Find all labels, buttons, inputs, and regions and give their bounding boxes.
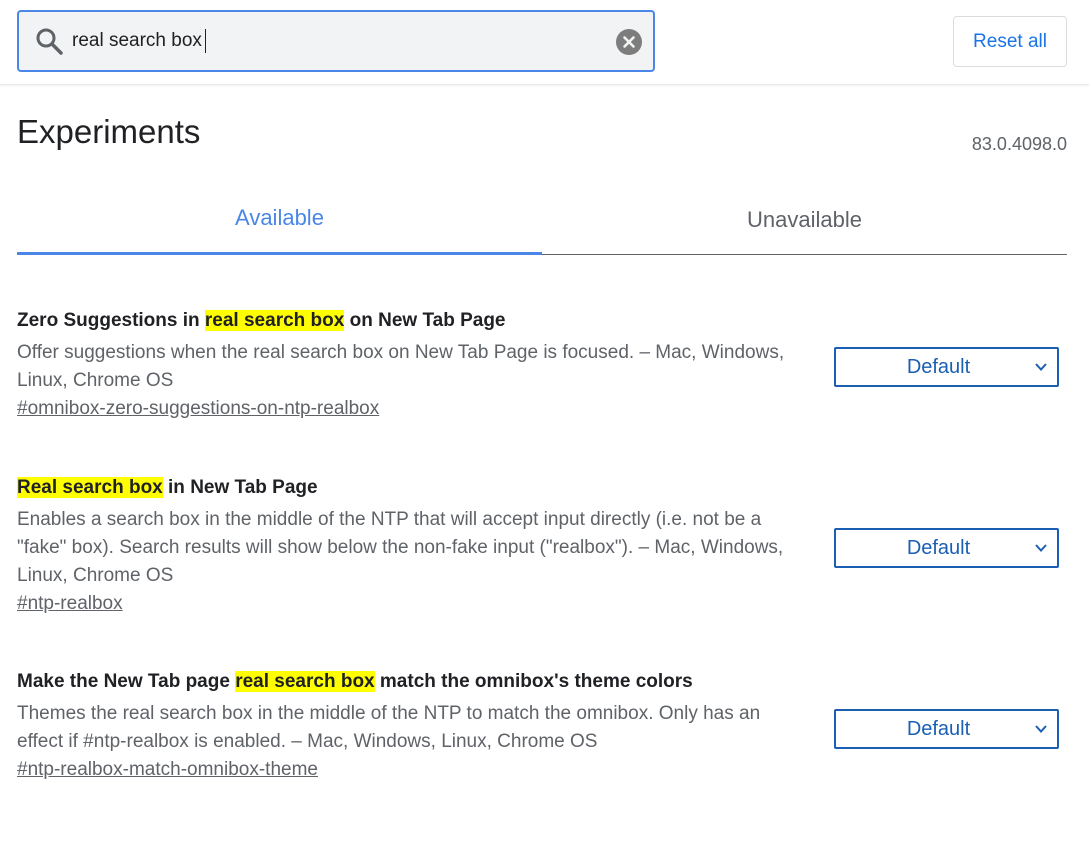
chevron-down-icon: [1035, 544, 1047, 552]
tab-available[interactable]: Available: [17, 185, 542, 255]
experiment-title: Make the New Tab page real search box ma…: [17, 669, 1067, 695]
title-text: in New Tab Page: [162, 477, 318, 498]
page-title: Experiments: [17, 113, 201, 150]
chevron-down-icon: [1035, 725, 1047, 733]
experiment-link[interactable]: #ntp-realbox: [17, 593, 123, 615]
experiment-description: Offer suggestions when the real search b…: [17, 342, 785, 391]
header-bar: Reset all: [0, 0, 1089, 85]
experiment-select[interactable]: Default: [834, 709, 1059, 749]
select-value: Default: [906, 356, 971, 378]
search-input[interactable]: [72, 26, 602, 56]
search-box[interactable]: [17, 10, 655, 72]
tab-divider: [542, 254, 1067, 255]
experiment-select[interactable]: Default: [834, 347, 1059, 387]
version-label: 83.0.4098.0: [971, 134, 1067, 154]
tab-active-indicator: [17, 252, 542, 255]
select-value: Default: [906, 718, 971, 740]
title-text: on New Tab Page: [344, 310, 506, 331]
chevron-down-icon: [1035, 363, 1047, 371]
search-highlight: real search box: [235, 671, 375, 692]
experiment-description: Enables a search box in the middle of th…: [17, 509, 784, 586]
search-highlight: real search box: [204, 310, 345, 331]
select-value: Default: [906, 537, 971, 559]
clear-search-button[interactable]: [616, 29, 642, 55]
tab-bar: Available Unavailable: [17, 185, 1067, 257]
experiment-select[interactable]: Default: [834, 528, 1059, 568]
experiment-link[interactable]: #ntp-realbox-match-omnibox-theme: [17, 759, 318, 781]
experiment-item: Zero Suggestions in real search box on N…: [17, 308, 1067, 420]
title-text: Zero Suggestions in: [17, 310, 205, 331]
experiment-item: Real search box in New Tab Page Enables …: [17, 475, 1067, 615]
search-icon: [36, 28, 63, 55]
search-highlight: Real search box: [17, 477, 163, 498]
close-icon: [623, 36, 635, 48]
experiment-item: Make the New Tab page real search box ma…: [17, 669, 1067, 781]
experiment-title: Real search box in New Tab Page: [17, 475, 1067, 501]
experiment-link[interactable]: #omnibox-zero-suggestions-on-ntp-realbox: [17, 398, 379, 420]
reset-all-button[interactable]: Reset all: [953, 16, 1067, 67]
tab-unavailable[interactable]: Unavailable: [542, 185, 1067, 255]
text-caret: [205, 29, 206, 53]
title-text: match the omnibox's theme colors: [374, 671, 693, 692]
title-text: Make the New Tab page: [17, 671, 236, 692]
experiment-title: Zero Suggestions in real search box on N…: [17, 308, 1067, 334]
experiment-description: Themes the real search box in the middle…: [17, 703, 761, 752]
